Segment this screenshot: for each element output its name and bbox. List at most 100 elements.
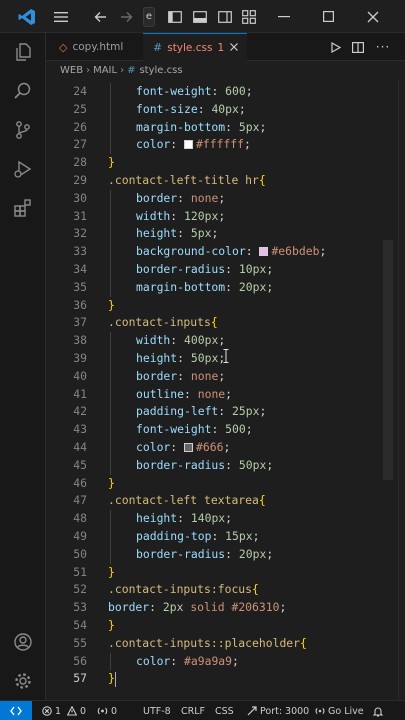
code-text: font-weight: 500;: [136, 421, 253, 439]
code-text: font-size: 40px;: [136, 101, 246, 119]
code-token: :: [218, 404, 233, 419]
code-token: :: [177, 368, 191, 383]
text-cursor: [115, 671, 116, 687]
code-token: ;: [266, 279, 274, 294]
settings-gear-icon[interactable]: [0, 662, 46, 700]
indent-guide: [110, 243, 111, 261]
back-arrow-icon[interactable]: [90, 0, 110, 33]
toggle-secondary-sidebar-icon[interactable]: [216, 0, 234, 33]
line-number: 26: [73, 119, 87, 134]
code-token: }: [108, 155, 115, 170]
explorer-icon[interactable]: [0, 33, 46, 71]
ports-indicator[interactable]: 0: [97, 701, 117, 720]
code-token: margin-bottom: [136, 119, 226, 134]
code-line: 56 color: #a9a9a9;: [46, 652, 405, 671]
code-line: 42 padding-left: 25px;: [46, 403, 405, 422]
run-file-icon[interactable]: [326, 33, 346, 61]
breadcrumb-item[interactable]: WEB: [60, 65, 83, 76]
breadcrumb-item[interactable]: MAIL: [93, 65, 117, 76]
search-icon[interactable]: [0, 72, 46, 110]
command-center-search[interactable]: e: [142, 0, 156, 33]
vscode-logo-icon[interactable]: [10, 0, 44, 33]
line-number: 44: [73, 440, 87, 454]
code-token: }: [108, 297, 115, 312]
port-indicator[interactable]: Port: 3000: [247, 701, 309, 720]
code-text: }: [108, 297, 115, 315]
tab-label: copy.html: [72, 41, 124, 53]
code-text: .contact-left textarea{: [108, 492, 266, 510]
code-token: 120px: [184, 208, 219, 223]
more-actions-icon[interactable]: ···: [371, 33, 395, 61]
close-tab-icon[interactable]: [230, 42, 239, 54]
code-token: font-weight: [136, 84, 212, 98]
extensions-icon[interactable]: [0, 189, 46, 227]
code-line: 51}: [46, 564, 405, 582]
search-partial-text: e: [143, 6, 155, 27]
line-number: 56: [73, 653, 87, 668]
code-text: .contact-inputs::placeholder{: [108, 635, 307, 653]
maximize-window-icon[interactable]: [316, 0, 340, 33]
forward-arrow-icon[interactable]: [116, 0, 136, 33]
code-token: height: [136, 511, 178, 526]
tab-copy-html[interactable]: ◇ copy.html: [46, 33, 143, 61]
code-text: width: 120px;: [136, 208, 225, 226]
run-and-debug-icon[interactable]: [0, 150, 46, 188]
code-token: ;: [279, 600, 287, 615]
close-window-icon[interactable]: [361, 0, 385, 33]
color-swatch[interactable]: [184, 140, 194, 150]
menu-icon[interactable]: [50, 0, 72, 33]
html-file-icon: ◇: [59, 40, 68, 54]
line-number: 39: [73, 351, 87, 365]
toggle-primary-sidebar-icon[interactable]: [166, 0, 184, 33]
accounts-icon[interactable]: [0, 623, 46, 661]
code-line: 46}: [46, 475, 405, 493]
code-token: {: [210, 315, 218, 330]
code-text: height: 50px;: [136, 350, 225, 368]
go-live-button[interactable]: Go Live: [315, 701, 364, 720]
code-token: :: [225, 262, 239, 276]
code-token: :: [225, 546, 239, 561]
indent-guide: [110, 545, 111, 564]
indent-guide: [110, 225, 111, 244]
code-token: #206310: [231, 600, 280, 615]
line-number: 40: [73, 368, 87, 383]
code-token: border-radius: [136, 457, 226, 472]
color-swatch[interactable]: [259, 247, 269, 257]
color-swatch[interactable]: [184, 443, 194, 452]
code-text: border-radius: 10px;: [136, 261, 273, 279]
source-control-icon[interactable]: [0, 111, 46, 149]
notifications-bell-icon[interactable]: [373, 701, 383, 720]
code-token: ;: [266, 457, 274, 472]
code-token: :: [177, 511, 191, 526]
code-line: 34 border-radius: 10px;: [46, 261, 405, 279]
code-token: 5px: [190, 226, 212, 241]
code-token: 500: [225, 422, 246, 437]
customize-layout-icon[interactable]: [240, 0, 258, 33]
code-token: font-size: [136, 101, 198, 116]
split-editor-icon[interactable]: [348, 33, 368, 61]
encoding-indicator[interactable]: UTF-8: [143, 701, 171, 720]
eol-indicator[interactable]: CRLF: [181, 701, 205, 720]
line-number: 50: [73, 546, 87, 561]
code-token: :: [184, 386, 198, 401]
line-number: 25: [73, 101, 87, 116]
code-token: :: [149, 600, 163, 615]
code-line: 47 .contact-left textarea{: [46, 492, 405, 510]
minimize-window-icon[interactable]: [272, 0, 296, 33]
code-line: 28}: [46, 154, 405, 172]
code-token: #ffffff: [196, 137, 245, 152]
vertical-scrollbar-thumb[interactable]: [383, 240, 393, 480]
code-line: 40 border: none;: [46, 367, 405, 386]
breadcrumb-item[interactable]: style.css: [139, 65, 182, 76]
tab-style-css[interactable]: # style.css 1: [143, 33, 247, 61]
code-text: }: [108, 475, 115, 493]
code-text: margin-bottom: 5px;: [136, 119, 266, 137]
code-token: 5px: [238, 119, 260, 134]
language-mode-indicator[interactable]: CSS: [215, 701, 234, 720]
code-editor[interactable]: 24 font-weight: 600; 25 font-size: 40px; 26 m…: [46, 80, 405, 700]
toggle-panel-icon[interactable]: [191, 0, 209, 33]
code-token: :: [211, 529, 226, 543]
problems-indicator[interactable]: 1 0: [42, 701, 86, 720]
remote-indicator-icon[interactable]: [0, 701, 32, 720]
indent-guide: [110, 367, 111, 386]
